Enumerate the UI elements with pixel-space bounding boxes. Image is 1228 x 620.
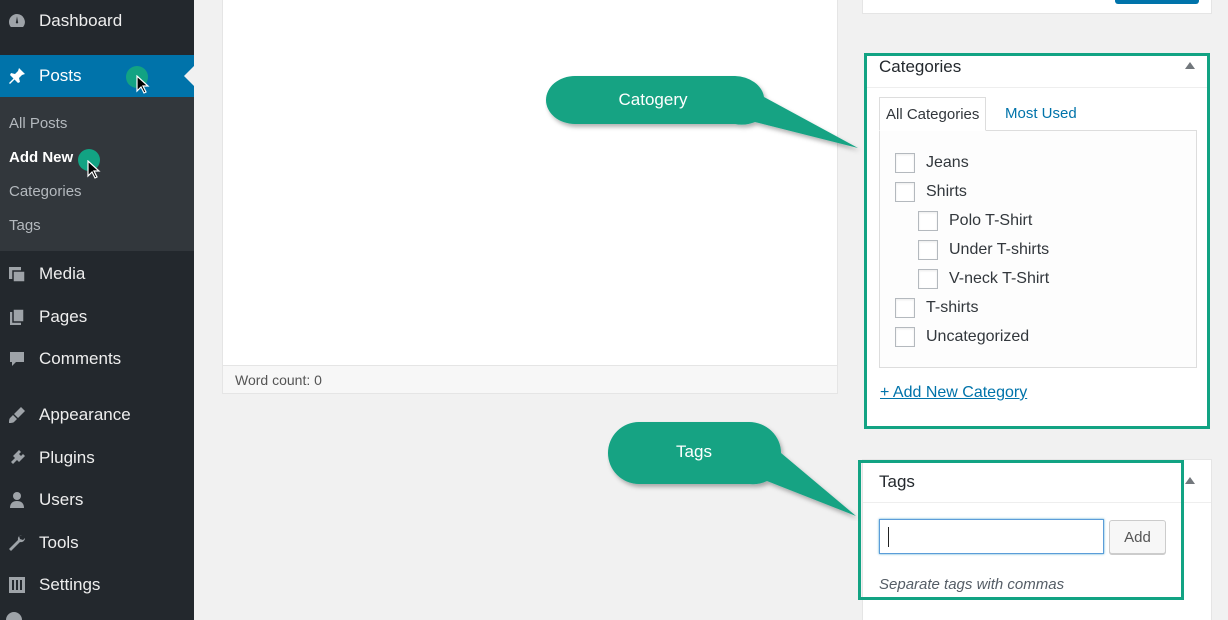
publish-button[interactable] — [1115, 0, 1199, 4]
menu-label: Posts — [39, 66, 82, 85]
tools-icon — [6, 532, 28, 554]
plugins-icon — [6, 447, 28, 469]
menu-label: Pages — [39, 307, 88, 326]
editor-status-bar: Word count: 0 — [223, 365, 837, 393]
submenu-tags[interactable]: Tags — [9, 217, 41, 234]
users-icon — [6, 489, 28, 511]
menu-label: Plugins — [39, 448, 95, 467]
menu-users[interactable]: Users — [0, 479, 194, 521]
tab-all-categories[interactable]: All Categories — [879, 97, 987, 131]
menu-media[interactable]: Media — [0, 253, 194, 295]
menu-tools[interactable]: Tools — [0, 522, 194, 564]
menu-label: Comments — [39, 349, 122, 368]
submenu-all-posts[interactable]: All Posts — [9, 115, 67, 132]
post-editor[interactable]: Word count: 0 — [222, 0, 838, 394]
menu-label: Tools — [39, 533, 79, 552]
word-count: Word count: 0 — [235, 372, 322, 388]
menu-settings[interactable]: Settings — [0, 564, 194, 606]
category-callout: Catogery — [545, 75, 865, 155]
tags-callout-label: Tags — [676, 442, 712, 461]
submenu-categories[interactable]: Categories — [9, 183, 82, 200]
admin-sidebar: Dashboard Posts All Posts Add New Catego… — [0, 0, 194, 620]
pin-icon — [6, 65, 28, 87]
settings-icon — [6, 574, 28, 596]
posts-submenu: All Posts Add New Categories Tags — [0, 97, 194, 251]
menu-label: Media — [39, 264, 86, 283]
menu-label: Dashboard — [39, 11, 123, 30]
menu-comments[interactable]: Comments — [0, 338, 194, 380]
mouse-cursor-icon — [87, 159, 101, 185]
media-icon — [6, 263, 28, 285]
menu-label: Appearance — [39, 405, 131, 424]
menu-pages[interactable]: Pages — [0, 296, 194, 338]
menu-appearance[interactable]: Appearance — [0, 394, 194, 436]
active-indicator — [184, 66, 194, 86]
pages-icon — [6, 306, 28, 328]
submenu-add-new[interactable]: Add New — [9, 149, 73, 166]
comments-icon — [6, 348, 28, 370]
appearance-icon — [6, 404, 28, 426]
menu-label: Settings — [39, 575, 101, 594]
dashboard-icon — [6, 10, 28, 32]
collapse-menu-icon[interactable] — [6, 612, 22, 620]
publish-box — [862, 0, 1212, 14]
tags-highlight-frame — [858, 460, 1184, 600]
menu-dashboard[interactable]: Dashboard — [0, 0, 194, 42]
menu-label: Users — [39, 490, 84, 509]
menu-plugins[interactable]: Plugins — [0, 437, 194, 479]
menu-posts[interactable]: Posts — [0, 55, 194, 97]
tags-callout: Tags — [607, 421, 863, 521]
collapse-arrow-icon[interactable] — [1185, 477, 1195, 484]
category-callout-label: Catogery — [618, 90, 688, 109]
